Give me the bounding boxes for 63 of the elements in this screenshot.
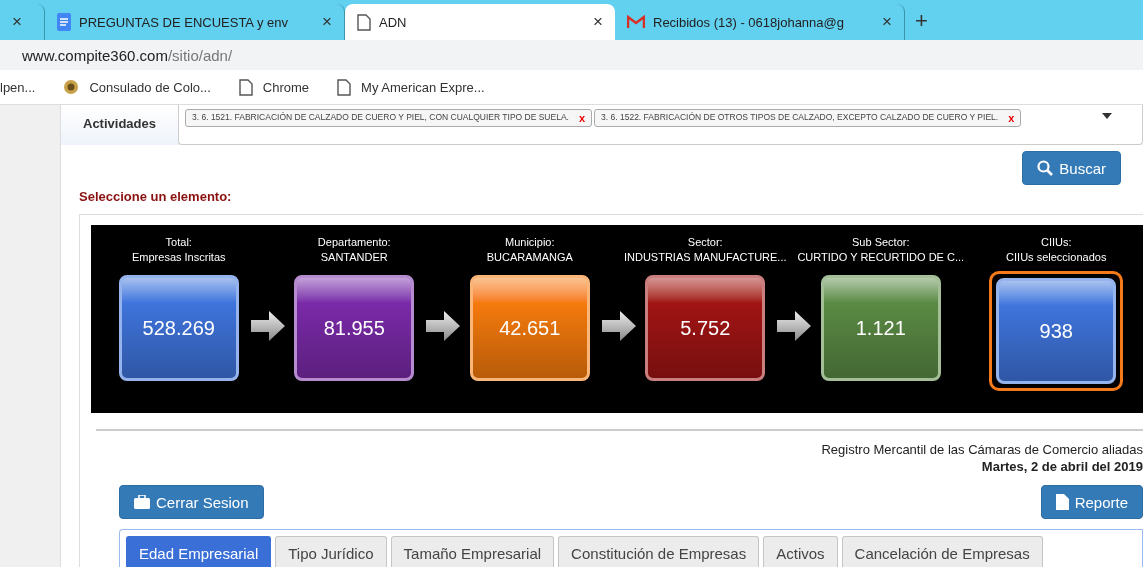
section-tab[interactable]: Activos (763, 536, 838, 567)
document-icon (57, 13, 71, 31)
card-title: Total: (165, 235, 192, 250)
close-icon[interactable]: × (882, 12, 892, 32)
card-title: Sub Sector: (852, 235, 910, 250)
bookmark-link[interactable]: Chrome (262, 79, 310, 95)
close-icon[interactable]: × (322, 12, 332, 32)
card-title: Sector: (687, 235, 723, 250)
section-tab[interactable]: Tipo Jurídico (275, 536, 387, 567)
document-icon (1055, 494, 1069, 510)
address-url[interactable]: www.compite360.com/sitio/adn/ (22, 46, 233, 64)
card-subtitle: Empresas Inscritas (132, 250, 226, 265)
bookmark-link[interactable]: My American Expre... (361, 79, 485, 95)
section-tab[interactable]: Cancelación de Empresas (841, 536, 1043, 567)
activity-text: 3. 6. 1522. FABRICACIÓN DE OTROS TIPOS DE CALZADO, EXCEPTO CALZADO DE CUERO Y PIEL. (601, 112, 999, 124)
count-card[interactable]: 528.269 (118, 275, 239, 381)
count-card[interactable]: 938 (989, 271, 1124, 391)
card-subtitle: CURTIDO Y RECURTIDO DE C... (797, 250, 965, 265)
seal-icon (63, 79, 80, 95)
tab-title: PREGUNTAS DE ENCUESTA y env (79, 14, 289, 30)
activities-label: Actividades (83, 115, 156, 131)
activities-select[interactable]: 3. 6. 1521. FABRICACIÓN DE CALZADO DE CUERO Y PIEL, CON CUALQUIER TIPO DE SUELA. x 3. 6. 1522. FABRICACIÓN DE OTROS TIPOS DE CALZADO, EXCEPTO CALZADO DE CUERO Y PIEL. x (178, 105, 1143, 145)
logout-button[interactable]: Cerrar Sesion (119, 485, 264, 519)
dropdown-caret-icon[interactable] (1102, 113, 1112, 119)
arrow-icon (250, 311, 285, 341)
mail-icon (627, 15, 645, 29)
search-icon (1037, 160, 1054, 176)
section-tab[interactable]: Edad Empresarial (126, 536, 272, 567)
date-text: Martes, 2 de abril del 2019 (980, 458, 1143, 475)
card-subtitle: BUCARAMANGA (486, 250, 573, 265)
arrow-icon (601, 311, 636, 341)
report-button[interactable]: Reporte (1040, 485, 1143, 519)
count-card[interactable]: 1.121 (820, 275, 941, 381)
document-icon (337, 78, 352, 96)
close-icon[interactable]: × (12, 12, 22, 32)
tab-title: Recibidos (13) - 0618johanna@g (653, 14, 845, 30)
close-icon[interactable]: × (593, 12, 603, 32)
arrow-icon (777, 311, 811, 341)
card-subtitle: SANTANDER (320, 250, 388, 265)
source-text: Registro Mercantil de las Cámaras de Comercio aliadas (820, 441, 1143, 458)
card-subtitle: INDUSTRIAS MANUFACTURE... (623, 250, 787, 265)
card-subtitle: CIIUs seleccionados (1006, 250, 1107, 265)
bookmark-link[interactable]: Consulado de Colo... (89, 79, 211, 95)
bookmark-link[interactable]: lpen... (0, 79, 36, 95)
search-button[interactable]: Buscar (1022, 151, 1121, 185)
card-title: CIIUs: (1040, 235, 1072, 250)
section-tab[interactable]: Tamaño Empresarial (390, 536, 555, 567)
card-title: Municipio: (505, 235, 555, 250)
count-card[interactable]: 5.752 (645, 275, 766, 381)
activity-text: 3. 6. 1521. FABRICACIÓN DE CALZADO DE CUERO Y PIEL, CON CUALQUIER TIPO DE SUELA. (192, 112, 569, 124)
arrow-icon (426, 311, 460, 341)
count-card[interactable]: 81.955 (294, 275, 415, 381)
card-title: Departamento: (317, 235, 391, 250)
remove-icon[interactable]: x (578, 112, 586, 124)
document-icon (357, 13, 371, 31)
document-icon (238, 78, 253, 96)
tab-title: ADN (379, 14, 408, 30)
remove-icon[interactable]: x (1008, 112, 1015, 124)
briefcase-icon (134, 495, 150, 509)
browser-tab[interactable]: ADN × (345, 4, 615, 40)
section-tab[interactable]: Constitución de Empresas (558, 536, 760, 567)
prompt-text: Seleccione un elemento: (79, 189, 233, 204)
new-tab-button[interactable]: + (905, 8, 938, 40)
